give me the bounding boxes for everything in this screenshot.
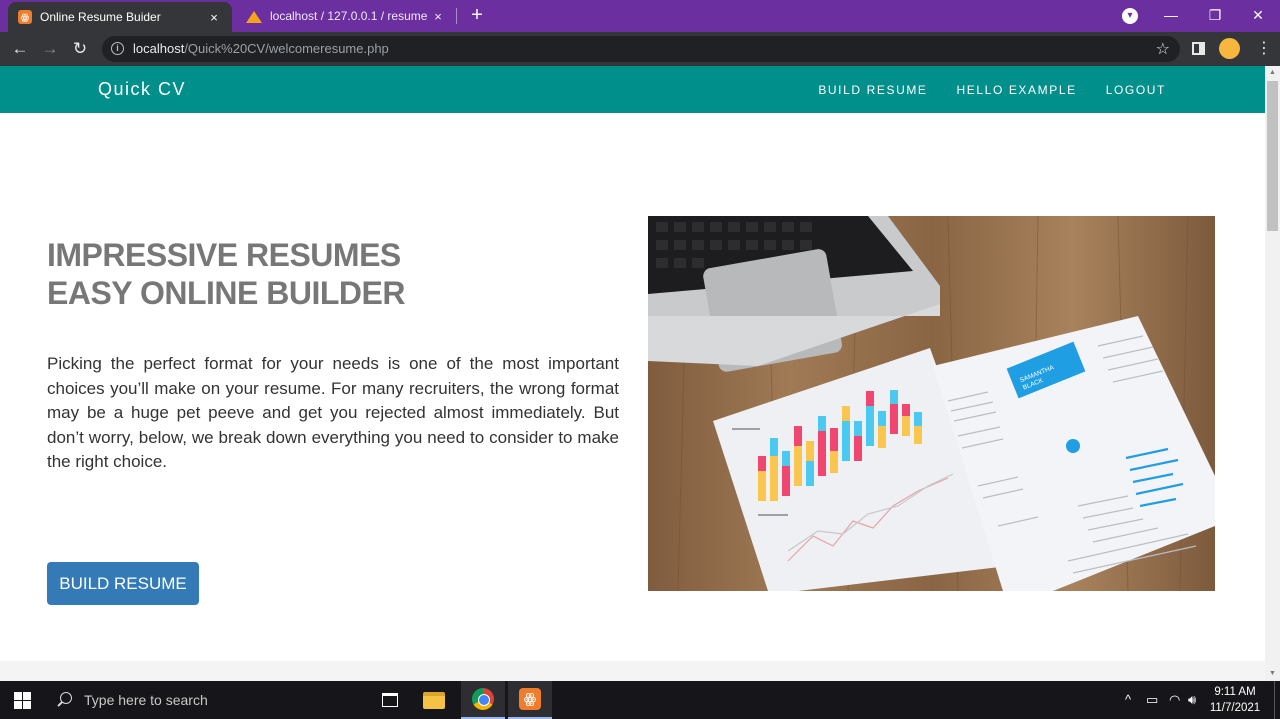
browser-toolbar: ← → ↻ i localhost/Quick%20CV/welcomeresu… <box>0 32 1280 66</box>
clock-date: 11/7/2021 <box>1209 702 1261 714</box>
back-arrow-icon[interactable]: ← <box>7 36 33 62</box>
nav-logout[interactable]: LOGOUT <box>1106 83 1166 97</box>
tab-online-resume-builder[interactable]: ꙮ Online Resume Buider × <box>8 2 232 32</box>
taskbar-clock[interactable]: 9:11 AM 11/7/2021 <box>1208 684 1262 716</box>
taskbar-search-box[interactable]: Type here to search <box>46 681 366 719</box>
scrollbar-thumb[interactable] <box>1267 81 1278 231</box>
tab-phpmyadmin[interactable]: localhost / 127.0.0.1 / resume / c × <box>236 0 456 32</box>
hero-description: Picking the perfect format for your need… <box>47 354 619 471</box>
side-panel-icon[interactable] <box>1192 42 1205 55</box>
chrome-menu-icon[interactable]: ⋮ <box>1256 38 1272 58</box>
chrome-taskbar-button[interactable] <box>461 681 505 719</box>
scroll-down-arrow-icon[interactable]: ▼ <box>1265 667 1280 681</box>
task-view-icon <box>382 693 398 707</box>
nav-hello-user[interactable]: HELLO EXAMPLE <box>957 83 1077 97</box>
minimize-button[interactable]: — <box>1150 0 1192 32</box>
tab-close-icon[interactable]: × <box>206 10 222 25</box>
windows-taskbar: Type here to search ꙮ ^ ▭ ◠ 🔊︎ 9:11 AM 1… <box>0 681 1280 719</box>
phpmyadmin-icon <box>246 9 262 23</box>
build-resume-button[interactable]: BUILD RESUME <box>47 562 199 605</box>
hero-title-line-1: IMPRESSIVE RESUMES <box>47 237 401 273</box>
address-bar[interactable]: i localhost/Quick%20CV/welcomeresume.php… <box>102 36 1180 62</box>
reload-icon[interactable]: ↻ <box>67 36 93 62</box>
new-tab-button[interactable]: + <box>466 4 488 26</box>
hero-title-line-2: EASY ONLINE BUILDER <box>47 275 405 311</box>
url-host: localhost <box>133 41 185 56</box>
folder-icon <box>423 691 445 709</box>
taskbar-search-placeholder: Type here to search <box>84 692 208 708</box>
forward-arrow-icon[interactable]: → <box>37 36 63 62</box>
site-navbar: Quick CV BUILD RESUME HELLO EXAMPLE LOGO… <box>0 66 1265 113</box>
wifi-icon[interactable]: ◠ <box>1169 681 1180 719</box>
search-icon <box>56 681 76 719</box>
hero-title: IMPRESSIVE RESUMES EASY ONLINE BUILDER <box>47 236 587 312</box>
restore-button[interactable]: ❐ <box>1194 0 1236 32</box>
file-explorer-button[interactable] <box>412 681 456 719</box>
hero-illustration: SAMANTHA BLACK <box>648 216 1215 591</box>
volume-icon[interactable]: 🔊︎ <box>1188 681 1196 719</box>
chrome-icon <box>472 688 494 710</box>
xampp-icon: ꙮ <box>18 10 32 24</box>
tray-chevron-icon[interactable]: ^ <box>1125 681 1131 719</box>
web-page: Quick CV BUILD RESUME HELLO EXAMPLE LOGO… <box>0 66 1265 681</box>
close-window-button[interactable]: ✕ <box>1237 0 1279 32</box>
tab-title: localhost / 127.0.0.1 / resume / c <box>270 9 430 23</box>
tab-title: Online Resume Buider <box>40 10 161 24</box>
battery-icon[interactable]: ▭ <box>1146 681 1158 719</box>
site-nav-links: BUILD RESUME HELLO EXAMPLE LOGOUT <box>818 83 1166 97</box>
task-view-button[interactable] <box>368 681 412 719</box>
browser-tab-bar: ꙮ Online Resume Buider × localhost / 127… <box>0 0 1280 32</box>
xampp-taskbar-button[interactable]: ꙮ <box>508 681 552 719</box>
xampp-icon: ꙮ <box>519 688 541 710</box>
clock-time: 9:11 AM <box>1214 686 1256 698</box>
url-text[interactable]: localhost/Quick%20CV/welcomeresume.php <box>133 41 389 56</box>
site-brand[interactable]: Quick CV <box>98 79 186 100</box>
bookmark-star-icon[interactable]: ☆ <box>1156 39 1170 59</box>
tab-close-icon[interactable]: × <box>430 9 446 24</box>
profile-avatar[interactable] <box>1219 38 1240 59</box>
tab-search-icon[interactable]: ▾ <box>1122 8 1138 24</box>
show-desktop-button[interactable] <box>1274 681 1280 719</box>
tab-separator <box>456 8 457 24</box>
page-scrollbar[interactable]: ▲ ▼ <box>1265 66 1280 681</box>
resume-badge <box>1066 439 1080 453</box>
scroll-up-arrow-icon[interactable]: ▲ <box>1265 66 1280 80</box>
nav-build-resume[interactable]: BUILD RESUME <box>818 83 927 97</box>
windows-start-icon[interactable] <box>14 692 31 709</box>
url-path: /Quick%20CV/welcomeresume.php <box>184 41 389 56</box>
site-info-icon[interactable]: i <box>111 42 124 55</box>
hero-image: SAMANTHA BLACK <box>648 216 1215 591</box>
page-footer-strip <box>0 661 1265 681</box>
